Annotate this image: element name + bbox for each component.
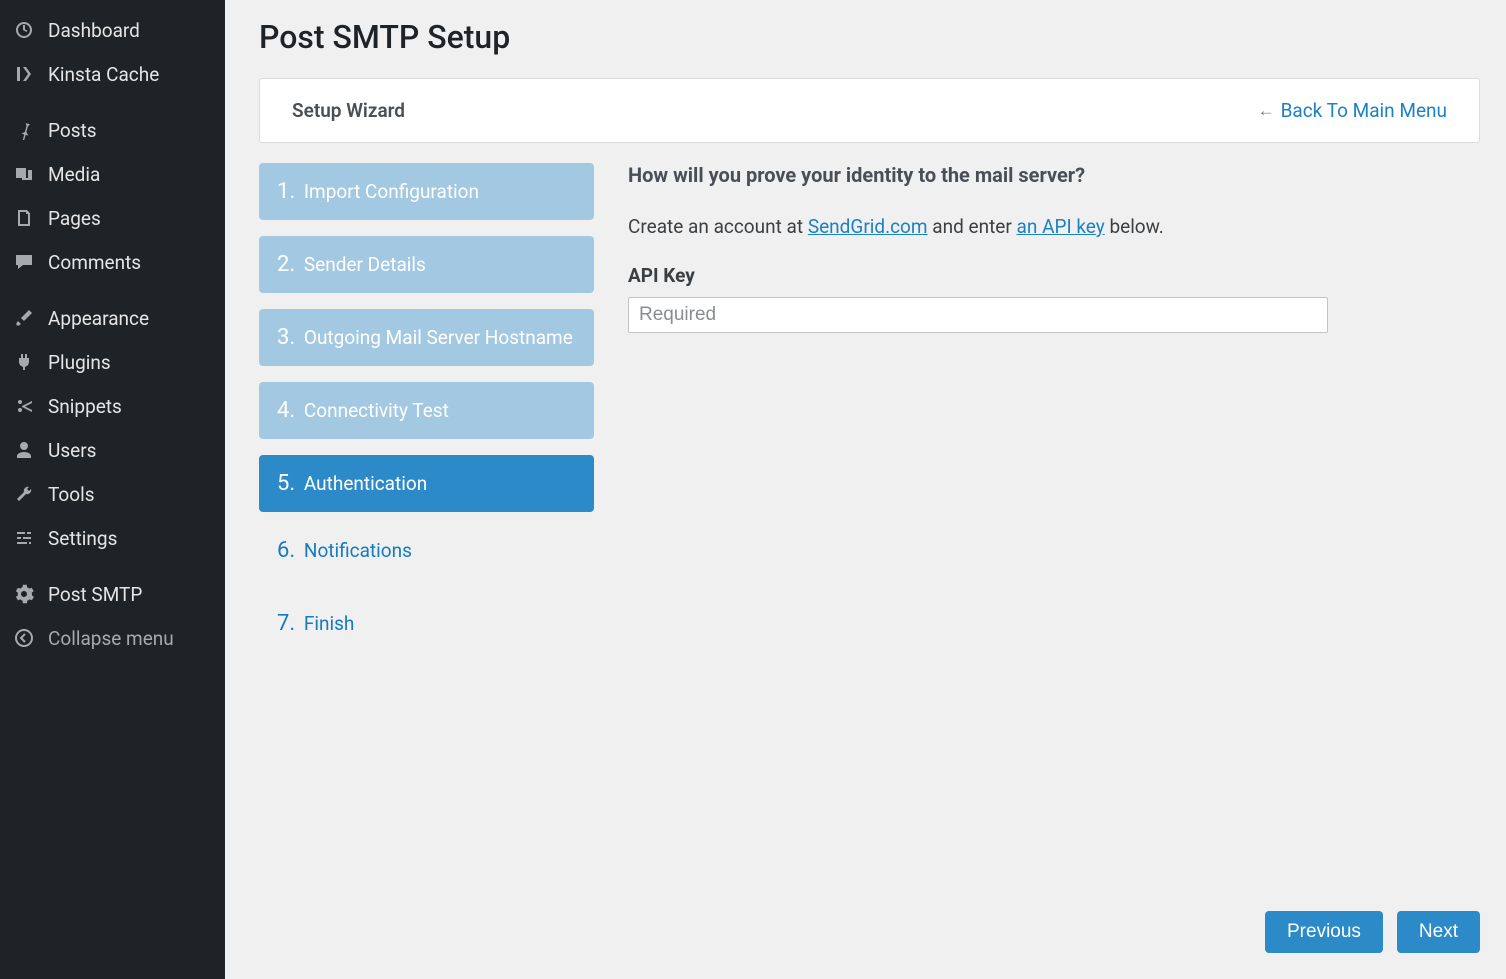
gear-icon bbox=[12, 582, 36, 606]
comment-icon bbox=[12, 250, 36, 274]
scissors-icon bbox=[12, 394, 36, 418]
sidebar-item-label: Post SMTP bbox=[48, 583, 142, 606]
wizard-content: How will you prove your identity to the … bbox=[624, 163, 1480, 891]
step-num: 7. bbox=[277, 611, 295, 636]
sidebar-item-dashboard[interactable]: Dashboard bbox=[0, 8, 225, 52]
step-num: 1. bbox=[277, 179, 295, 204]
wizard-step-1[interactable]: 1. Import Configuration bbox=[259, 163, 594, 220]
user-icon bbox=[12, 438, 36, 462]
panel-header-title: Setup Wizard bbox=[292, 99, 405, 122]
wizard-step-7[interactable]: 7. Finish bbox=[259, 601, 594, 646]
main-content: Post SMTP Setup Setup Wizard ← Back To M… bbox=[225, 0, 1506, 979]
step-num: 6. bbox=[277, 538, 295, 563]
pages-icon bbox=[12, 206, 36, 230]
sidebar-item-label: Comments bbox=[48, 251, 141, 274]
step-label: Sender Details bbox=[304, 253, 426, 276]
sidebar-item-label: Dashboard bbox=[48, 19, 140, 42]
sidebar-item-post-smtp[interactable]: Post SMTP bbox=[0, 572, 225, 616]
sidebar-item-label: Collapse menu bbox=[48, 627, 174, 650]
sidebar-item-label: Snippets bbox=[48, 395, 122, 418]
step-num: 5. bbox=[277, 471, 295, 496]
sidebar-item-tools[interactable]: Tools bbox=[0, 472, 225, 516]
wizard-step-4[interactable]: 4. Connectivity Test bbox=[259, 382, 594, 439]
panel-header: Setup Wizard ← Back To Main Menu bbox=[259, 78, 1480, 143]
sidebar-separator bbox=[0, 96, 225, 108]
arrow-left-icon: ← bbox=[1258, 101, 1275, 121]
sidebar-item-label: Media bbox=[48, 163, 100, 186]
sidebar-item-pages[interactable]: Pages bbox=[0, 196, 225, 240]
wizard-row: 1. Import Configuration 2. Sender Detail… bbox=[259, 163, 1480, 891]
step-label: Outgoing Mail Server Hostname bbox=[304, 326, 573, 349]
pin-icon bbox=[12, 118, 36, 142]
sidebar-item-plugins[interactable]: Plugins bbox=[0, 340, 225, 384]
sidebar-item-label: Tools bbox=[48, 483, 95, 506]
page-title: Post SMTP Setup bbox=[259, 18, 1480, 56]
sidebar-item-appearance[interactable]: Appearance bbox=[0, 296, 225, 340]
para-prefix: Create an account at bbox=[628, 215, 808, 238]
sidebar-item-label: Users bbox=[48, 439, 96, 462]
step-label: Import Configuration bbox=[304, 180, 479, 203]
next-button[interactable]: Next bbox=[1397, 911, 1480, 953]
sidebar-item-label: Posts bbox=[48, 119, 97, 142]
wrench-icon bbox=[12, 482, 36, 506]
wizard-steps: 1. Import Configuration 2. Sender Detail… bbox=[259, 163, 594, 891]
back-to-main-link[interactable]: ← Back To Main Menu bbox=[1258, 99, 1447, 122]
sidebar-item-posts[interactable]: Posts bbox=[0, 108, 225, 152]
sliders-icon bbox=[12, 526, 36, 550]
admin-sidebar: Dashboard Kinsta Cache Posts Media Pages… bbox=[0, 0, 225, 979]
sidebar-item-comments[interactable]: Comments bbox=[0, 240, 225, 284]
collapse-icon bbox=[12, 626, 36, 650]
sidebar-collapse[interactable]: Collapse menu bbox=[0, 616, 225, 660]
dashboard-icon bbox=[12, 18, 36, 42]
wizard-step-3[interactable]: 3. Outgoing Mail Server Hostname bbox=[259, 309, 594, 366]
sidebar-separator bbox=[0, 284, 225, 296]
sidebar-item-snippets[interactable]: Snippets bbox=[0, 384, 225, 428]
sidebar-item-users[interactable]: Users bbox=[0, 428, 225, 472]
sidebar-item-label: Appearance bbox=[48, 307, 149, 330]
step-label: Authentication bbox=[304, 472, 427, 495]
wizard-step-6[interactable]: 6. Notifications bbox=[259, 528, 594, 573]
step-num: 2. bbox=[277, 252, 295, 277]
api-key-link[interactable]: an API key bbox=[1017, 215, 1105, 238]
media-icon bbox=[12, 162, 36, 186]
wizard-step-5[interactable]: 5. Authentication bbox=[259, 455, 594, 512]
wizard-footer: Previous Next bbox=[259, 911, 1480, 953]
brush-icon bbox=[12, 306, 36, 330]
sendgrid-link[interactable]: SendGrid.com bbox=[808, 215, 928, 238]
sidebar-item-media[interactable]: Media bbox=[0, 152, 225, 196]
para-suffix: below. bbox=[1105, 215, 1164, 238]
sidebar-item-label: Settings bbox=[48, 527, 117, 550]
sidebar-separator bbox=[0, 560, 225, 572]
step-num: 3. bbox=[277, 325, 295, 350]
sidebar-item-label: Pages bbox=[48, 207, 101, 230]
back-link-label: Back To Main Menu bbox=[1281, 99, 1447, 122]
api-key-input[interactable] bbox=[628, 297, 1328, 333]
sidebar-item-kinsta-cache[interactable]: Kinsta Cache bbox=[0, 52, 225, 96]
step-label: Notifications bbox=[304, 539, 412, 562]
api-key-label: API Key bbox=[628, 264, 1466, 287]
sidebar-item-label: Kinsta Cache bbox=[48, 63, 159, 86]
kinsta-icon bbox=[12, 62, 36, 86]
content-paragraph: Create an account at SendGrid.com and en… bbox=[628, 215, 1466, 238]
wizard-step-2[interactable]: 2. Sender Details bbox=[259, 236, 594, 293]
step-label: Finish bbox=[304, 612, 355, 635]
content-heading: How will you prove your identity to the … bbox=[628, 163, 1466, 187]
previous-button[interactable]: Previous bbox=[1265, 911, 1383, 953]
step-num: 4. bbox=[277, 398, 295, 423]
sidebar-item-settings[interactable]: Settings bbox=[0, 516, 225, 560]
plug-icon bbox=[12, 350, 36, 374]
step-label: Connectivity Test bbox=[304, 399, 449, 422]
para-mid: and enter bbox=[928, 215, 1017, 238]
sidebar-item-label: Plugins bbox=[48, 351, 111, 374]
